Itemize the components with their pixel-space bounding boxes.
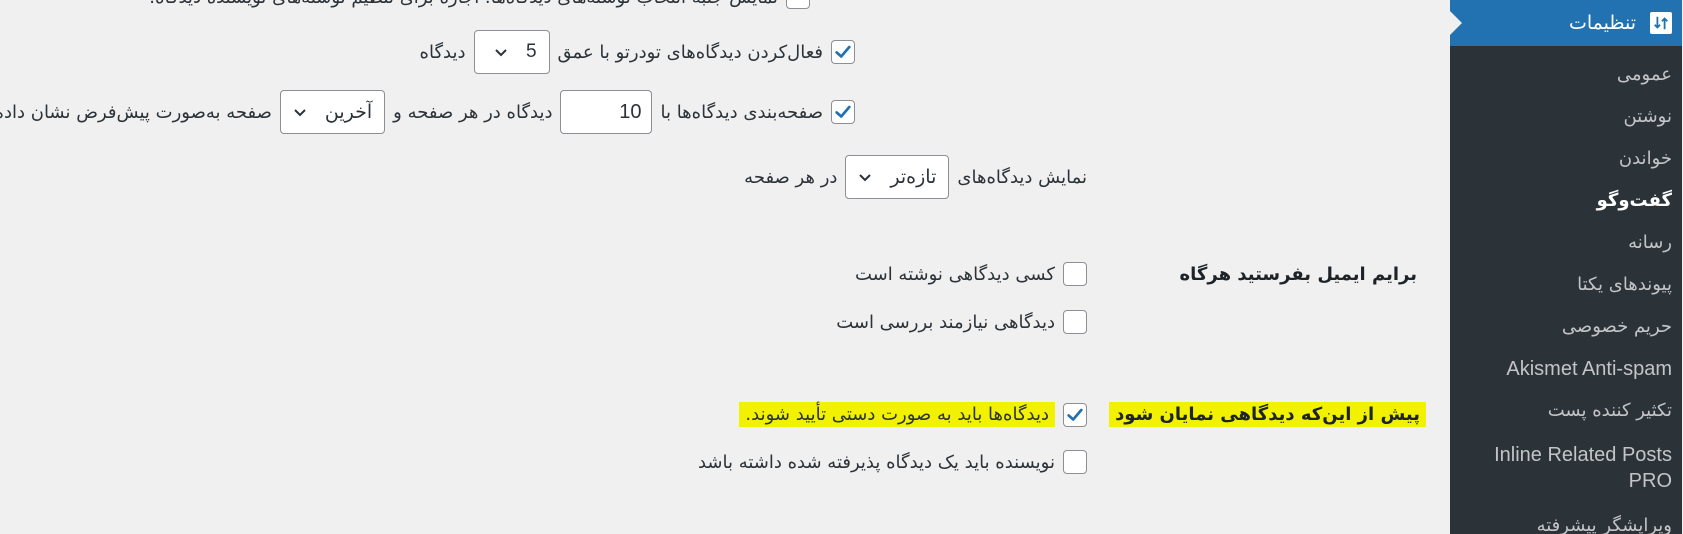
threaded-comments-row: فعال‌کردن دیدگاه‌های تودرتو با عمق 5 دید… bbox=[413, 30, 856, 74]
paged-comments-row: صفحه‌بندی دیدگاه‌ها با دیدگاه در هر صفحه… bbox=[0, 90, 856, 134]
email-moderation-row: دیدگاهی نیازمند بررسی است bbox=[829, 310, 1088, 334]
sidebar-item-post-duplicator[interactable]: تکثیر کننده پست bbox=[1549, 400, 1673, 421]
sidebar-item-reading[interactable]: خواندن bbox=[1620, 148, 1673, 169]
thread-depth-value: 5 bbox=[526, 41, 538, 62]
before-comment-appears-heading: پیش از این‌که دیدگاهی نمایان شود bbox=[1110, 402, 1427, 427]
sidebar-item-permalinks[interactable]: پیوندهای یکتا bbox=[1578, 274, 1673, 295]
checkmark-icon bbox=[836, 105, 852, 118]
comment-moderation-checkbox[interactable] bbox=[1064, 402, 1088, 427]
sidebar-item-inline-related-posts[interactable]: Inline Related Posts PRO bbox=[1495, 442, 1673, 494]
threaded-label-after: دیدگاه bbox=[420, 41, 467, 63]
comment-order-row: نمایش دیدگاه‌های تازه‌تر در هر صفحه bbox=[737, 155, 1088, 199]
comment-moderation-label: دیدگاه‌ها باید به صورت دستی تأیید شوند. bbox=[740, 402, 1056, 427]
sidebar-item-writing[interactable]: نوشتن bbox=[1624, 106, 1673, 127]
sidebar-item-media[interactable]: رسانه bbox=[1629, 232, 1673, 253]
thread-depth-select[interactable]: 5 bbox=[474, 30, 551, 74]
sidebar-settings-header[interactable]: تنظیمات bbox=[1451, 0, 1683, 46]
paging-label-after: صفحه به‌صورت پیش‌فرض نشان داده‌شود. bbox=[0, 101, 273, 123]
previously-approved-row: نویسنده باید یک دیدگاه پذیرفته شده داشته… bbox=[691, 450, 1088, 474]
settings-content: نمایش جنبه انتخاب نوشته‌های دیدگاه‌ها. ا… bbox=[0, 0, 1451, 534]
inline-related-posts-label-line2: PRO bbox=[1629, 470, 1673, 492]
chevron-down-icon bbox=[295, 109, 307, 117]
checkmark-icon bbox=[1068, 408, 1084, 421]
sidebar-item-akismet[interactable]: Akismet Anti-spam bbox=[1507, 358, 1673, 381]
sidebar-item-general[interactable]: عمومی bbox=[1618, 64, 1673, 85]
paging-label-middle: دیدگاه در هر صفحه و bbox=[394, 101, 554, 123]
email-me-heading: برایم ایمیل بفرستید هرگاه bbox=[1180, 264, 1418, 285]
admin-sidebar: تنظیمات عمومی نوشتن خواندن گفت‌وگو رسانه… bbox=[1451, 0, 1683, 534]
default-comments-page-select[interactable]: آخرین bbox=[280, 90, 387, 134]
comments-notify-label: کسی دیدگاهی نوشته است bbox=[855, 263, 1056, 285]
sidebar-item-discussion[interactable]: گفت‌وگو bbox=[1598, 190, 1673, 211]
cut-off-row: نمایش جنبه انتخاب نوشته‌های دیدگاه‌ها. ا… bbox=[142, 0, 811, 9]
comments-notify-checkbox[interactable] bbox=[1064, 262, 1088, 286]
threaded-label-before: فعال‌کردن دیدگاه‌های تودرتو با عمق bbox=[558, 41, 824, 63]
order-label-after: در هر صفحه bbox=[745, 166, 839, 188]
comment-previously-approved-label: نویسنده باید یک دیدگاه پذیرفته شده داشته… bbox=[698, 451, 1056, 473]
moderation-notify-label: دیدگاهی نیازمند بررسی است bbox=[837, 311, 1056, 333]
sidebar-settings-title: تنظیمات bbox=[1569, 12, 1637, 34]
comment-previously-approved-checkbox[interactable] bbox=[1064, 450, 1088, 474]
email-comment-row: کسی دیدگاهی نوشته است bbox=[848, 262, 1088, 286]
inline-related-posts-label: Inline Related Posts bbox=[1495, 444, 1673, 466]
comment-order-value: تازه‌تر bbox=[891, 166, 938, 188]
moderation-notify-checkbox[interactable] bbox=[1064, 310, 1088, 334]
cut-off-label: نمایش جنبه انتخاب نوشته‌های دیدگاه‌ها. ا… bbox=[150, 0, 779, 8]
chevron-down-icon bbox=[496, 49, 508, 57]
default-page-value: آخرین bbox=[325, 101, 374, 123]
sidebar-item-advanced-editor[interactable]: ویرایشگر پیشرفته bbox=[1538, 515, 1673, 534]
paged-comments-checkbox[interactable] bbox=[832, 100, 856, 124]
paging-label-before: صفحه‌بندی دیدگاه‌ها با bbox=[661, 101, 824, 123]
settings-sliders-icon bbox=[1651, 12, 1673, 34]
sidebar-item-privacy[interactable]: حریم خصوصی bbox=[1563, 316, 1673, 337]
comments-per-page-input[interactable] bbox=[561, 90, 654, 134]
checkmark-icon bbox=[836, 45, 852, 58]
chevron-down-icon bbox=[860, 174, 873, 182]
comment-order-select[interactable]: تازه‌تر bbox=[846, 155, 951, 199]
threaded-comments-checkbox[interactable] bbox=[832, 40, 856, 64]
manual-approval-row: دیدگاه‌ها باید به صورت دستی تأیید شوند. bbox=[732, 402, 1088, 427]
cut-off-checkbox[interactable] bbox=[787, 0, 811, 9]
order-label-before: نمایش دیدگاه‌های bbox=[958, 166, 1088, 188]
